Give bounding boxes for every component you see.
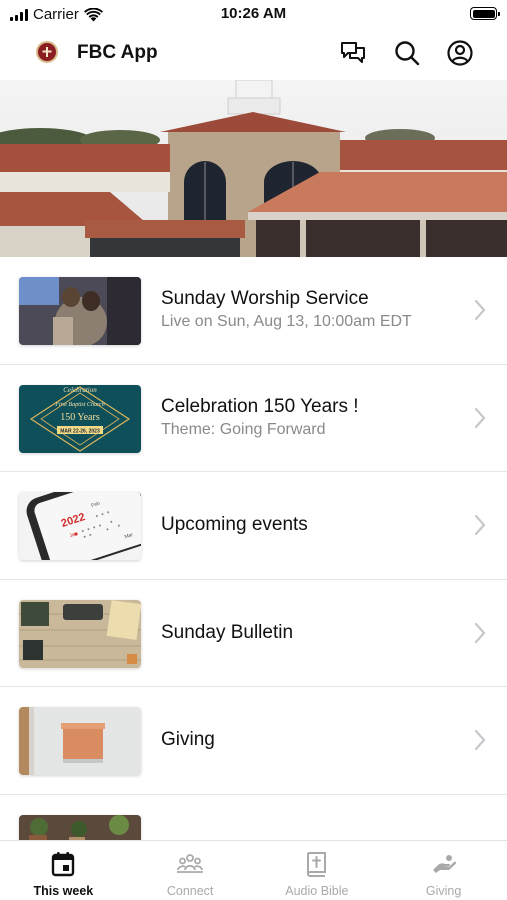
worship-thumbnail xyxy=(19,277,141,345)
feed-list: Sunday Worship Service Live on Sun, Aug … xyxy=(0,257,507,840)
chevron-right-icon xyxy=(474,622,486,643)
chevron-right-icon xyxy=(474,299,486,321)
tab-label: Giving xyxy=(425,884,462,898)
feed-item-sunday-worship[interactable]: Sunday Worship Service Live on Sun, Aug … xyxy=(0,257,507,365)
tab-label: Audio Bible xyxy=(285,884,349,898)
feed-item-sunday-bulletin[interactable]: Sunday Bulletin xyxy=(0,580,507,687)
tab-audio-bible[interactable]: Audio Bible xyxy=(254,841,381,900)
status-time: 10:26 AM xyxy=(220,5,287,22)
celebration-thumb-line3: 150 Years xyxy=(60,412,100,423)
bulletin-thumbnail xyxy=(19,599,141,668)
calendar-thumbnail: 2022 Jan Feb Mar xyxy=(19,492,141,560)
feed-item-upcoming-events[interactable]: 2022 Jan Feb Mar Upcoming events xyxy=(0,472,507,580)
feed-item-partial[interactable] xyxy=(0,795,507,840)
bible-icon xyxy=(306,852,326,877)
feed-item-title: Upcoming events xyxy=(161,514,308,536)
feed-item-title: Giving xyxy=(161,729,215,751)
feed-item-title: Sunday Worship Service xyxy=(161,288,369,310)
feed-item-title: Sunday Bulletin xyxy=(161,621,294,643)
feed-item-subtitle: Live on Sun, Aug 13, 10:00am EDT xyxy=(161,313,412,331)
status-bar: Carrier 10:26 AM xyxy=(0,0,507,30)
chevron-right-icon xyxy=(474,729,486,751)
plants-thumbnail xyxy=(19,814,141,840)
tab-bar: This week Connect Audio Bible Giving xyxy=(0,840,507,900)
tab-giving[interactable]: Giving xyxy=(380,841,507,900)
feed-item-celebration[interactable]: Celebration First Baptist Church 150 Yea… xyxy=(0,365,507,472)
calendar-icon xyxy=(52,852,75,877)
chat-bubbles-icon[interactable] xyxy=(339,39,367,67)
people-group-icon xyxy=(177,854,204,873)
battery-icon xyxy=(470,7,500,20)
giving-hand-icon xyxy=(432,855,456,873)
app-header: FBC App xyxy=(0,30,507,80)
search-icon[interactable] xyxy=(393,39,421,67)
giving-thumbnail xyxy=(19,707,141,775)
celebration-thumb-line4: MAR 22-26, 2023 xyxy=(60,428,100,434)
celebration-thumbnail: Celebration First Baptist Church 150 Yea… xyxy=(19,384,141,453)
tab-label: Connect xyxy=(166,884,214,898)
celebration-thumb-line2: First Baptist Church xyxy=(54,402,104,408)
celebration-thumb-line1: Celebration xyxy=(63,386,97,394)
app-logo xyxy=(36,41,58,63)
tab-connect[interactable]: Connect xyxy=(127,841,254,900)
tab-this-week[interactable]: This week xyxy=(0,841,127,900)
feed-item-title: Celebration 150 Years ! xyxy=(161,395,359,417)
chevron-right-icon xyxy=(474,514,486,536)
chevron-right-icon xyxy=(474,407,486,428)
feed-item-giving[interactable]: Giving xyxy=(0,687,507,795)
feed-item-subtitle: Theme: Going Forward xyxy=(161,420,326,438)
app-title: FBC App xyxy=(77,42,158,63)
hero-church-image xyxy=(0,80,507,257)
tab-label: This week xyxy=(33,884,94,898)
account-icon[interactable] xyxy=(446,39,474,67)
